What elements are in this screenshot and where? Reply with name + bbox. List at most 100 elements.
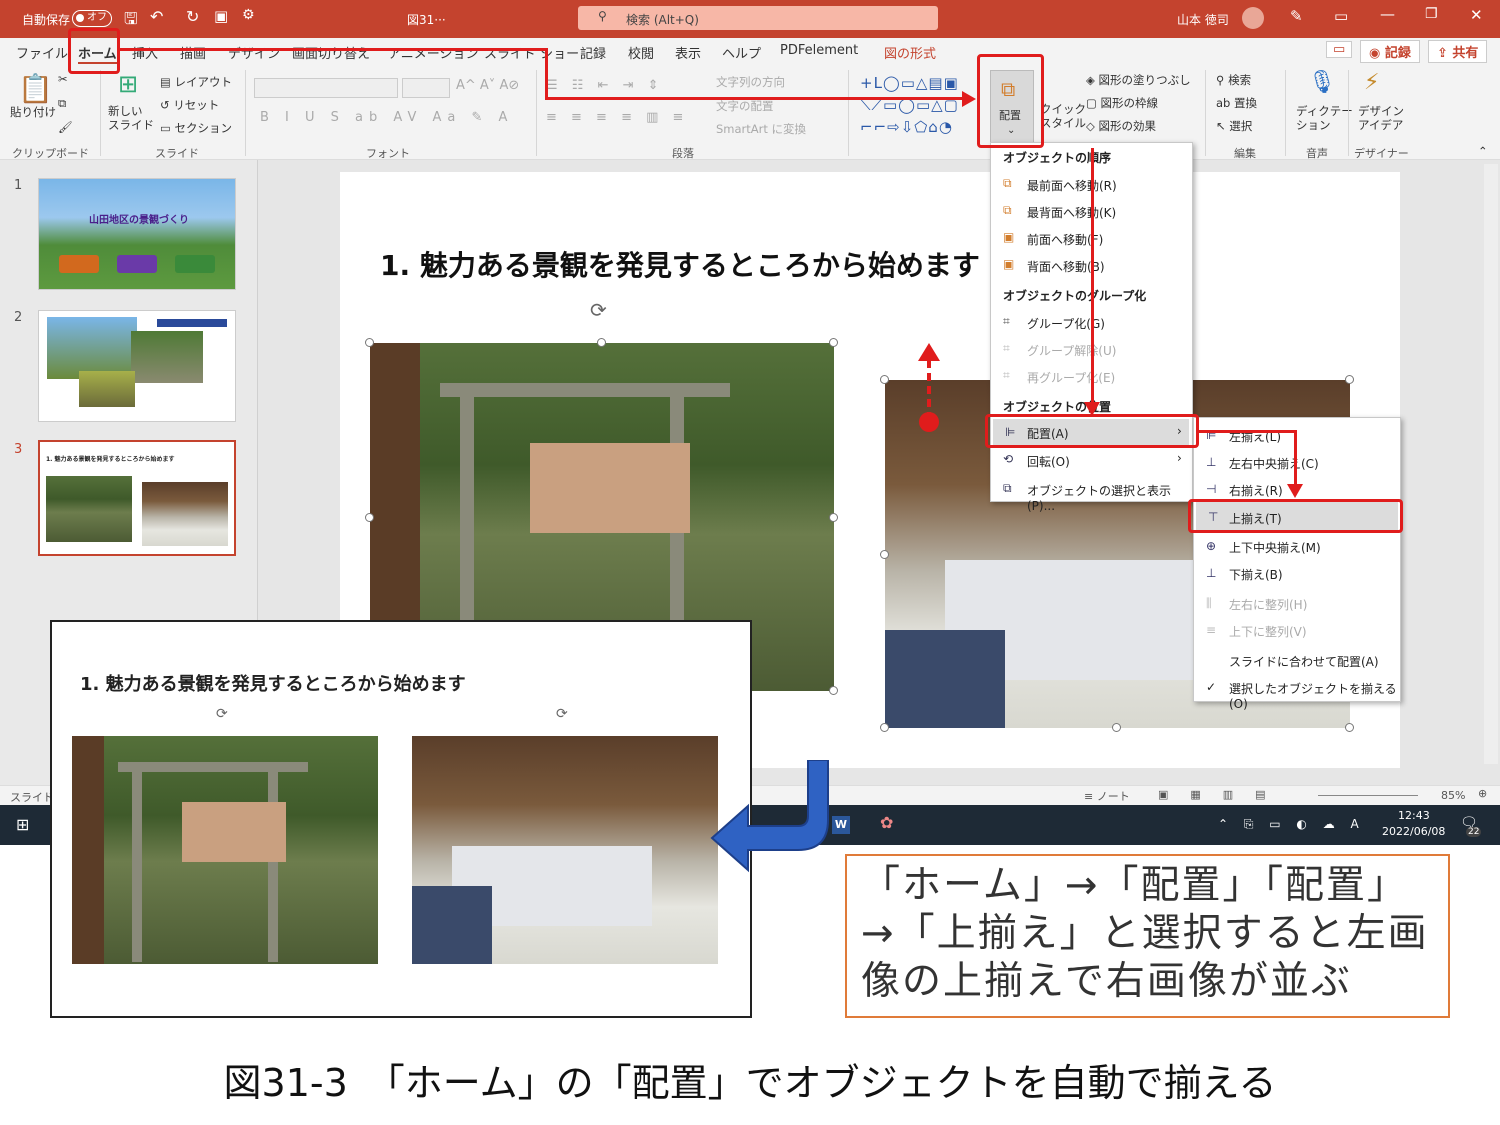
design-ideas-button[interactable]: デザイン アイデア bbox=[1358, 104, 1404, 132]
tab-pdfelement[interactable]: PDFelement bbox=[780, 43, 858, 58]
font-name-input[interactable] bbox=[254, 78, 398, 98]
resize-handle[interactable] bbox=[829, 338, 838, 347]
quick-style-button[interactable]: クイック スタイル bbox=[1040, 102, 1086, 130]
list-icons[interactable]: ☰ ☷ ⇤ ⇥ ⇕ bbox=[546, 78, 664, 93]
resize-handle[interactable] bbox=[829, 686, 838, 695]
align-middle-item[interactable]: 上下中央揃え(M) bbox=[1229, 539, 1321, 556]
tab-help[interactable]: ヘルプ bbox=[722, 43, 761, 62]
align-center-item[interactable]: 左右中央揃え(C) bbox=[1229, 455, 1319, 472]
resize-handle[interactable] bbox=[829, 513, 838, 522]
reset-button[interactable]: ↺ リセット bbox=[160, 97, 219, 113]
align-icons[interactable]: ≡ ≡ ≡ ≡ ▥ ≡ bbox=[546, 110, 688, 125]
new-slide-button[interactable]: 新しい スライド bbox=[108, 104, 154, 132]
tab-animations[interactable]: アニメーション bbox=[388, 43, 478, 62]
align-text-button[interactable]: 文字の配置 bbox=[716, 98, 774, 114]
record-button[interactable]: ◉ 記録 bbox=[1360, 40, 1420, 63]
slide-thumbnail-1[interactable]: 山田地区の景観づくり bbox=[38, 178, 236, 290]
word-icon[interactable]: W bbox=[832, 816, 850, 834]
align-selected-item[interactable]: 選択したオブジェクトを揃える(O) bbox=[1229, 680, 1400, 711]
slide-thumbnail-2[interactable] bbox=[38, 310, 236, 422]
slide-thumbnail-3[interactable]: 1. 魅力ある景観を発見するところから始めます bbox=[38, 440, 236, 556]
ungroup-item[interactable]: グループ解除(U) bbox=[1027, 342, 1116, 359]
avatar[interactable] bbox=[1242, 7, 1264, 29]
distribute-v-item[interactable]: 上下に整列(V) bbox=[1229, 623, 1307, 640]
rotate-item[interactable]: 回転(O) bbox=[1027, 453, 1070, 470]
layout-button[interactable]: ▤ レイアウト bbox=[160, 74, 232, 90]
undo-icon[interactable]: ↶ bbox=[150, 7, 163, 26]
rotate-handle-icon[interactable]: ⟳ bbox=[590, 298, 607, 322]
ribbon-display-icon[interactable]: ▭ bbox=[1334, 7, 1348, 25]
smartart-button[interactable]: SmartArt に変換 bbox=[716, 121, 806, 137]
design-ideas-icon[interactable]: ⚡ bbox=[1364, 70, 1379, 95]
copy-icon[interactable]: ⧉ bbox=[58, 96, 66, 111]
tab-picture-format[interactable]: 図の形式 bbox=[884, 43, 936, 62]
tab-view[interactable]: 表示 bbox=[675, 43, 701, 62]
close-icon[interactable]: ✕ bbox=[1470, 6, 1483, 24]
section-button[interactable]: ▭ セクション bbox=[160, 120, 232, 136]
fit-slide-icon[interactable]: ⊕ bbox=[1478, 787, 1487, 800]
collapse-ribbon-icon[interactable]: ⌃ bbox=[1478, 144, 1488, 158]
tray-icons[interactable]: ⌃ ⎘ ▭ ◐ ☁ A bbox=[1218, 817, 1365, 832]
minimize-icon[interactable]: — bbox=[1380, 5, 1395, 23]
app-icon[interactable]: ✿ bbox=[880, 813, 893, 832]
shape-effect-button[interactable]: ◇ 図形の効果 bbox=[1086, 118, 1156, 134]
bring-to-front-item[interactable]: 最前面へ移動(R) bbox=[1027, 177, 1117, 194]
resize-handle[interactable] bbox=[1112, 723, 1121, 732]
save-icon[interactable]: 🖫 bbox=[124, 8, 138, 35]
file-name[interactable]: 図31··· bbox=[407, 11, 446, 28]
replace-button[interactable]: ab 置換 bbox=[1216, 95, 1257, 111]
redo-icon[interactable]: ↻ bbox=[186, 7, 199, 26]
resize-handle[interactable] bbox=[365, 338, 374, 347]
resize-handle[interactable] bbox=[1345, 723, 1354, 732]
selection-pane-item[interactable]: オブジェクトの選択と表示(P)... bbox=[1027, 482, 1192, 513]
present-icon[interactable]: ▣ bbox=[214, 7, 228, 25]
autosave-toggle[interactable]: オフ bbox=[72, 10, 112, 27]
new-slide-icon[interactable]: ⊞ bbox=[118, 70, 138, 98]
shape-outline-button[interactable]: ▢ 図形の枠線 bbox=[1086, 95, 1158, 111]
windows-start-icon[interactable]: ⊞ bbox=[16, 815, 29, 834]
tab-record[interactable]: 記録 bbox=[580, 43, 606, 62]
find-button[interactable]: ⚲ 検索 bbox=[1216, 72, 1251, 88]
send-to-back-item[interactable]: 最背面へ移動(K) bbox=[1027, 204, 1116, 221]
font-format-icons[interactable]: B I U S ab AV Aa ✎ A bbox=[260, 110, 513, 125]
tab-insert[interactable]: 挿入 bbox=[132, 43, 158, 62]
view-buttons[interactable]: ▣▦▥▤ bbox=[1158, 788, 1288, 801]
comment-icon[interactable]: ▭ bbox=[1326, 41, 1353, 58]
resize-handle[interactable] bbox=[365, 513, 374, 522]
notes-button[interactable]: ≡ ノート bbox=[1084, 788, 1130, 804]
share-button[interactable]: ⇪ 共有 bbox=[1428, 40, 1488, 63]
resize-handle[interactable] bbox=[880, 723, 889, 732]
distribute-h-item[interactable]: 左右に整列(H) bbox=[1229, 596, 1307, 613]
align-to-slide-item[interactable]: スライドに合わせて配置(A) bbox=[1229, 653, 1379, 670]
resize-handle[interactable] bbox=[880, 550, 889, 559]
zoom-slider[interactable] bbox=[1318, 795, 1418, 796]
text-direction-button[interactable]: 文字列の方向 bbox=[716, 74, 785, 90]
tab-file[interactable]: ファイル bbox=[16, 43, 68, 62]
customize-icon[interactable]: ⚙ bbox=[242, 7, 255, 23]
shape-fill-button[interactable]: ◈ 図形の塗りつぶし bbox=[1086, 72, 1191, 88]
align-bottom-item[interactable]: 下揃え(B) bbox=[1229, 566, 1283, 583]
align-right-item[interactable]: 右揃え(R) bbox=[1229, 482, 1283, 499]
resize-handle[interactable] bbox=[1345, 375, 1354, 384]
microphone-icon[interactable]: 🎙 bbox=[1308, 70, 1336, 95]
select-button[interactable]: ↖ 選択 bbox=[1216, 118, 1252, 134]
paste-icon[interactable]: 📋 bbox=[18, 72, 53, 105]
shapes-gallery[interactable]: +L◯▭△▤▣ ⟍⟋▭◯▭△▢ ⌐⌐⇨⇩⬠⌂◔ bbox=[860, 72, 959, 138]
tab-draw[interactable]: 描画 bbox=[180, 43, 206, 62]
vertical-scrollbar[interactable] bbox=[1484, 164, 1498, 764]
tab-review[interactable]: 校閲 bbox=[628, 43, 654, 62]
grow-font-icon[interactable]: A^ A˅ A⊘ bbox=[456, 78, 519, 93]
format-painter-icon[interactable]: 🖌 bbox=[58, 120, 73, 134]
tab-slideshow[interactable]: スライド ショー bbox=[484, 43, 579, 62]
search-input[interactable]: ⚲ 検索 (Alt+Q) bbox=[578, 6, 938, 30]
regroup-item[interactable]: 再グループ化(E) bbox=[1027, 369, 1115, 386]
paste-button[interactable]: 貼り付け bbox=[10, 104, 56, 120]
resize-handle[interactable] bbox=[880, 375, 889, 384]
font-size-input[interactable] bbox=[402, 78, 450, 98]
slide-title[interactable]: 1. 魅力ある景観を発見するところから始めます bbox=[380, 244, 980, 284]
tab-design[interactable]: デザイン bbox=[228, 43, 280, 62]
cut-icon[interactable]: ✂ bbox=[58, 72, 68, 86]
tab-transitions[interactable]: 画面切り替え bbox=[292, 43, 370, 62]
dictate-button[interactable]: ディクテー ション bbox=[1296, 104, 1353, 132]
pen-icon[interactable]: ✎ bbox=[1290, 7, 1303, 25]
